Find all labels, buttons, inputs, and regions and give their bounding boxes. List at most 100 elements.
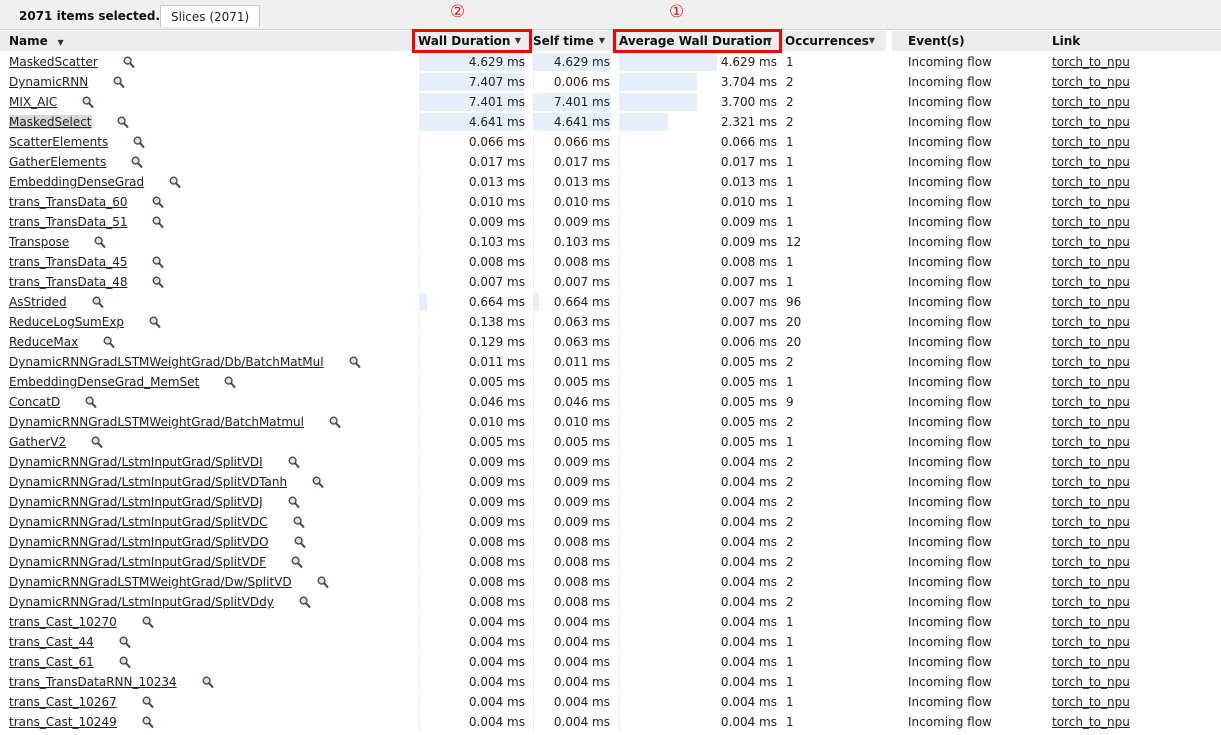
table-row[interactable]: DynamicRNNGrad/LstmInputGrad/SplitVDTanh… (0, 472, 1221, 492)
magnifier-icon[interactable] (299, 595, 311, 609)
flow-link[interactable]: torch_to_npu (1052, 712, 1130, 732)
flow-link[interactable]: torch_to_npu (1052, 452, 1130, 472)
flow-link[interactable]: torch_to_npu (1052, 212, 1130, 232)
column-header-link[interactable]: Link (1052, 31, 1080, 51)
flow-link[interactable]: torch_to_npu (1052, 232, 1130, 252)
flow-link[interactable]: torch_to_npu (1052, 612, 1130, 632)
flow-link[interactable]: torch_to_npu (1052, 512, 1130, 532)
flow-link[interactable]: torch_to_npu (1052, 372, 1130, 392)
flow-link[interactable]: torch_to_npu (1052, 472, 1130, 492)
slice-name-link[interactable]: GatherElements (9, 155, 106, 169)
magnifier-icon[interactable] (152, 215, 164, 229)
table-row[interactable]: ReduceMax 0.129 ms 0.063 ms 0.006 ms 20 Incom… (0, 332, 1221, 352)
slice-name-link[interactable]: trans_Cast_44 (9, 635, 94, 649)
table-row[interactable]: MaskedSelect 4.641 ms 4.641 ms 2.321 ms 2 Inc… (0, 112, 1221, 132)
flow-link[interactable]: torch_to_npu (1052, 252, 1130, 272)
magnifier-icon[interactable] (142, 695, 154, 709)
slice-name-link[interactable]: DynamicRNNGrad/LstmInputGrad/SplitVDF (9, 555, 266, 569)
magnifier-icon[interactable] (288, 495, 300, 509)
slice-name-link[interactable]: DynamicRNNGrad/LstmInputGrad/SplitVDTanh (9, 475, 287, 489)
slice-name-link[interactable]: MIX_AIC (9, 95, 57, 109)
slice-name-link[interactable]: DynamicRNNGrad/LstmInputGrad/SplitVDC (9, 515, 268, 529)
table-row[interactable]: DynamicRNNGradLSTMWeightGrad/BatchMatmul… (0, 412, 1221, 432)
flow-link[interactable]: torch_to_npu (1052, 552, 1130, 572)
slice-name-link[interactable]: MaskedScatter (9, 55, 98, 69)
magnifier-icon[interactable] (91, 435, 103, 449)
flow-link[interactable]: torch_to_npu (1052, 592, 1130, 612)
magnifier-icon[interactable] (82, 95, 94, 109)
table-row[interactable]: DynamicRNNGrad/LstmInputGrad/SplitVDI 0.0… (0, 452, 1221, 472)
magnifier-icon[interactable] (169, 175, 181, 189)
magnifier-icon[interactable] (152, 255, 164, 269)
flow-link[interactable]: torch_to_npu (1052, 352, 1130, 372)
slice-name-link[interactable]: trans_Cast_61 (9, 655, 94, 669)
magnifier-icon[interactable] (349, 355, 361, 369)
flow-link[interactable]: torch_to_npu (1052, 632, 1130, 652)
column-header-events[interactable]: Event(s) (908, 31, 965, 51)
magnifier-icon[interactable] (202, 675, 214, 689)
table-row[interactable]: DynamicRNNGrad/LstmInputGrad/SplitVDO 0.0… (0, 532, 1221, 552)
magnifier-icon[interactable] (293, 515, 305, 529)
table-row[interactable]: ConcatD 0.046 ms 0.046 ms 0.005 ms 9 Incoming… (0, 392, 1221, 412)
slice-name-link[interactable]: AsStrided (9, 295, 67, 309)
column-header-self-time[interactable]: Self time ▼ (533, 31, 611, 51)
table-row[interactable]: trans_Cast_61 0.004 ms 0.004 ms 0.004 ms 1 In… (0, 652, 1221, 672)
magnifier-icon[interactable] (117, 115, 129, 129)
flow-link[interactable]: torch_to_npu (1052, 672, 1130, 692)
slice-name-link[interactable]: DynamicRNNGradLSTMWeightGrad/Db/BatchMat… (9, 355, 324, 369)
column-header-wall-duration[interactable]: Wall Duration ▼ (412, 29, 532, 53)
slice-name-link[interactable]: EmbeddingDenseGrad (9, 175, 144, 189)
flow-link[interactable]: torch_to_npu (1052, 392, 1130, 412)
slice-name-link[interactable]: trans_TransData_48 (9, 275, 127, 289)
magnifier-icon[interactable] (119, 655, 131, 669)
flow-link[interactable]: torch_to_npu (1052, 272, 1130, 292)
slice-name-link[interactable]: ScatterElements (9, 135, 108, 149)
flow-link[interactable]: torch_to_npu (1052, 132, 1130, 152)
flow-link[interactable]: torch_to_npu (1052, 152, 1130, 172)
slice-name-link[interactable]: ConcatD (9, 395, 60, 409)
flow-link[interactable]: torch_to_npu (1052, 312, 1130, 332)
table-row[interactable]: DynamicRNNGrad/LstmInputGrad/SplitVDJ 0.0… (0, 492, 1221, 512)
table-row[interactable]: Transpose 0.103 ms 0.103 ms 0.009 ms 12 Incom… (0, 232, 1221, 252)
table-row[interactable]: DynamicRNNGrad/LstmInputGrad/SplitVDF 0.0… (0, 552, 1221, 572)
magnifier-icon[interactable] (288, 455, 300, 469)
table-row[interactable]: EmbeddingDenseGrad 0.013 ms 0.013 ms 0.013 … (0, 172, 1221, 192)
slice-name-link[interactable]: DynamicRNNGrad/LstmInputGrad/SplitVDO (9, 535, 269, 549)
magnifier-icon[interactable] (85, 395, 97, 409)
magnifier-icon[interactable] (317, 575, 329, 589)
magnifier-icon[interactable] (224, 375, 236, 389)
flow-link[interactable]: torch_to_npu (1052, 432, 1130, 452)
table-row[interactable]: EmbeddingDenseGrad_MemSet 0.005 ms 0.005 m… (0, 372, 1221, 392)
table-row[interactable]: DynamicRNN 7.407 ms 0.006 ms 3.704 ms 2 Incom… (0, 72, 1221, 92)
slice-name-link[interactable]: DynamicRNNGradLSTMWeightGrad/Dw/SplitVD (9, 575, 292, 589)
magnifier-icon[interactable] (149, 315, 161, 329)
slice-name-link[interactable]: MaskedSelect (9, 115, 92, 129)
magnifier-icon[interactable] (142, 615, 154, 629)
slice-name-link[interactable]: trans_TransDataRNN_10234 (9, 675, 177, 689)
table-row[interactable]: trans_TransData_48 0.007 ms 0.007 ms 0.007 … (0, 272, 1221, 292)
magnifier-icon[interactable] (312, 475, 324, 489)
flow-link[interactable]: torch_to_npu (1052, 652, 1130, 672)
magnifier-icon[interactable] (123, 55, 135, 69)
table-row[interactable]: AsStrided 0.664 ms 0.664 ms 0.007 ms 96 Incom… (0, 292, 1221, 312)
table-row[interactable]: DynamicRNNGradLSTMWeightGrad/Db/BatchMat… (0, 352, 1221, 372)
slice-name-link[interactable]: DynamicRNNGradLSTMWeightGrad/BatchMatmul (9, 415, 304, 429)
slice-name-link[interactable]: DynamicRNN (9, 75, 88, 89)
flow-link[interactable]: torch_to_npu (1052, 692, 1130, 712)
magnifier-icon[interactable] (94, 235, 106, 249)
flow-link[interactable]: torch_to_npu (1052, 52, 1130, 72)
table-row[interactable]: MIX_AIC 7.401 ms 7.401 ms 3.700 ms 2 Incoming… (0, 92, 1221, 112)
slice-name-link[interactable]: DynamicRNNGrad/LstmInputGrad/SplitVDJ (9, 495, 263, 509)
flow-link[interactable]: torch_to_npu (1052, 112, 1130, 132)
slice-name-link[interactable]: DynamicRNNGrad/LstmInputGrad/SplitVDI (9, 455, 263, 469)
flow-link[interactable]: torch_to_npu (1052, 192, 1130, 212)
magnifier-icon[interactable] (92, 295, 104, 309)
flow-link[interactable]: torch_to_npu (1052, 332, 1130, 352)
table-row[interactable]: trans_Cast_10267 0.004 ms 0.004 ms 0.004 ms… (0, 692, 1221, 712)
magnifier-icon[interactable] (152, 195, 164, 209)
slice-name-link[interactable]: trans_Cast_10270 (9, 615, 117, 629)
table-row[interactable]: MaskedScatter 4.629 ms 4.629 ms 4.629 ms 1 In… (0, 52, 1221, 72)
slice-name-link[interactable]: Transpose (9, 235, 69, 249)
table-row[interactable]: trans_Cast_44 0.004 ms 0.004 ms 0.004 ms 1 In… (0, 632, 1221, 652)
slice-name-link[interactable]: trans_TransData_60 (9, 195, 127, 209)
